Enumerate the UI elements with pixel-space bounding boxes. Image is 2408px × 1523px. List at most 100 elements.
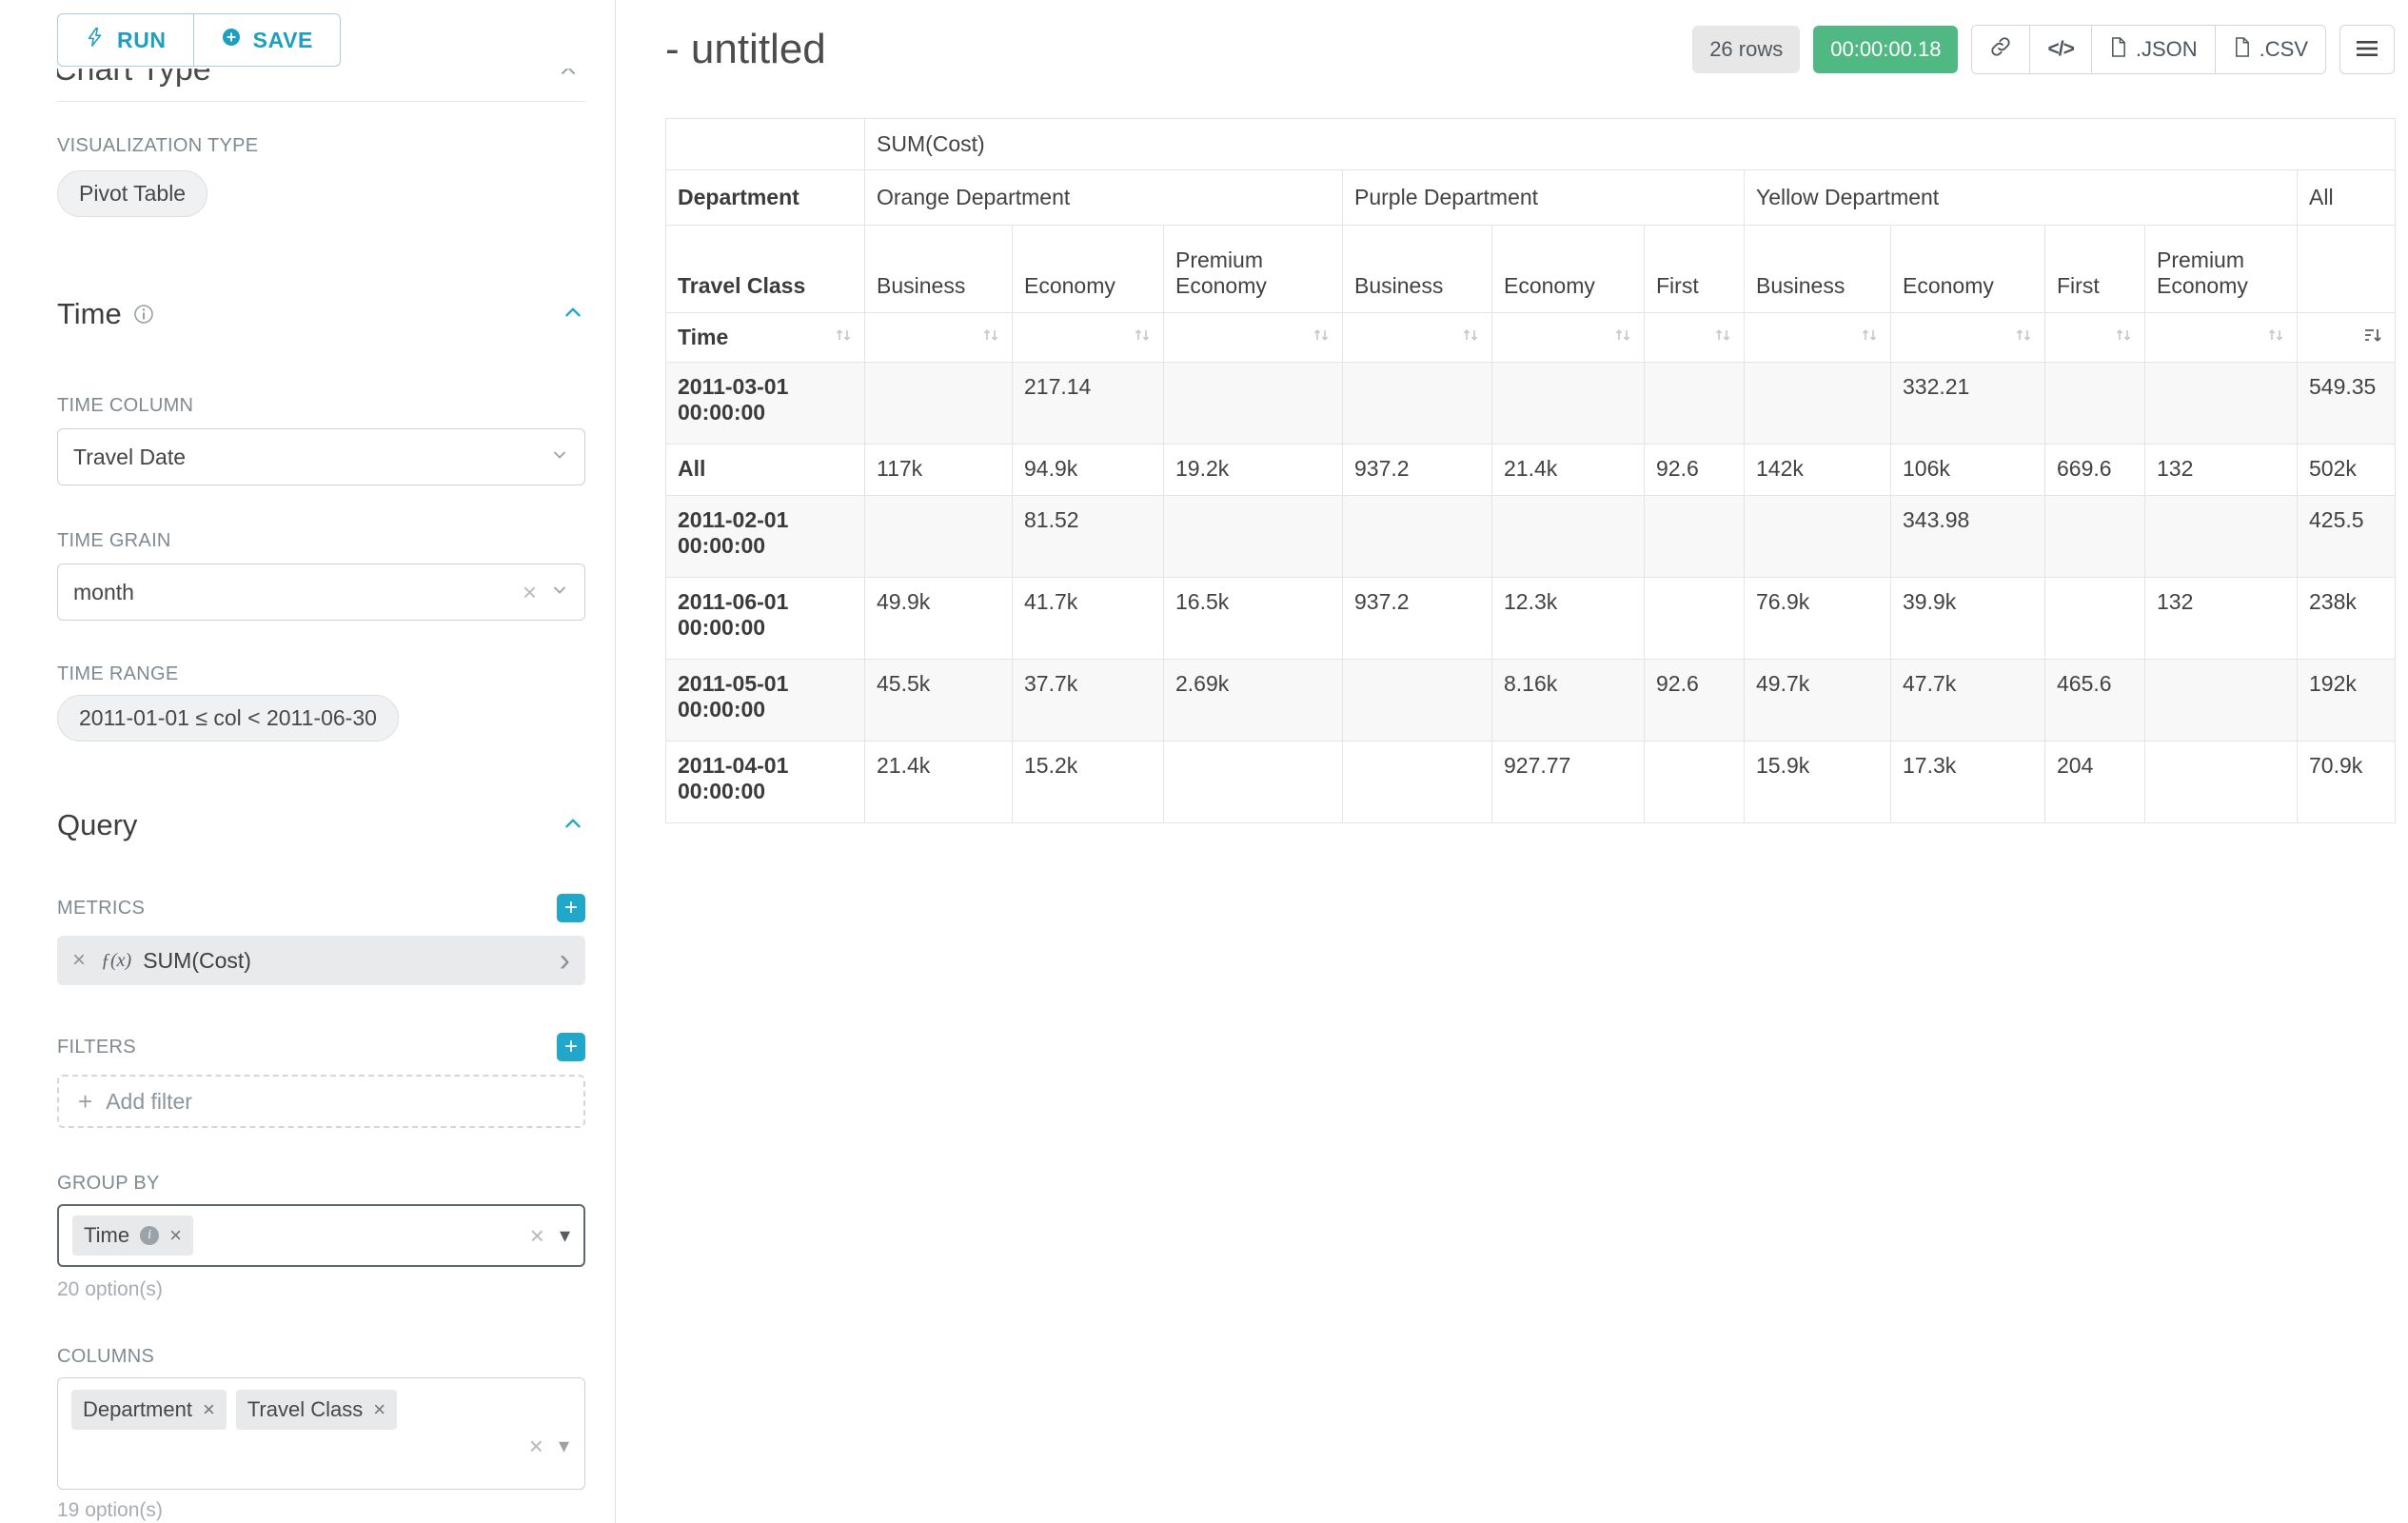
chart-title[interactable]: - untitled [665, 26, 826, 73]
cell: 49.7k [1745, 660, 1891, 742]
time-grain-select[interactable]: month × [57, 564, 585, 621]
sort-icon[interactable] [1133, 325, 1152, 350]
remove-chip-icon[interactable]: × [169, 1225, 182, 1246]
sort-icon[interactable] [981, 325, 1000, 350]
sort-icon[interactable] [1461, 325, 1480, 350]
collapse-chevron-up-icon[interactable] [561, 300, 585, 329]
cell: 238k [2298, 578, 2396, 660]
cell [1164, 496, 1343, 578]
chevron-down-icon [550, 445, 569, 470]
columns-chip[interactable]: Travel Class × [236, 1390, 397, 1430]
sort-header-row: Time [666, 313, 2396, 363]
row-header: 2011-03-01 00:00:00 [666, 363, 865, 445]
sort-icon[interactable] [2014, 325, 2033, 350]
cell: 142k [1745, 445, 1891, 496]
cell: 47.7k [1891, 660, 2045, 742]
time-column-select[interactable]: Travel Date [57, 428, 585, 485]
chevron-down-icon[interactable]: ▾ [560, 1225, 570, 1246]
department-group-header: Orange Department [865, 170, 1343, 226]
travel-class-header: Business [865, 226, 1013, 313]
chart-controls: 26 rows 00:00:00.18 </> [1692, 25, 2395, 74]
view-query-button[interactable]: </> [2029, 26, 2090, 73]
time-range-label: TIME RANGE [57, 663, 585, 685]
chevron-up-icon[interactable] [557, 69, 580, 87]
time-range-value[interactable]: 2011-01-01 ≤ col < 2011-06-30 [57, 695, 399, 742]
fx-icon: ƒ(x) [101, 950, 131, 972]
cell: 21.4k [1492, 445, 1645, 496]
department-axis-label: Department [666, 170, 865, 226]
clear-icon[interactable]: × [530, 1223, 544, 1248]
cell: 937.2 [1343, 578, 1492, 660]
table-row: 2011-04-01 00:00:00 21.4k 15.2k 927.77 1… [666, 742, 2396, 823]
run-button-label: RUN [117, 28, 167, 53]
add-filter-plus-button[interactable]: + [557, 1033, 585, 1061]
run-button[interactable]: RUN [57, 13, 194, 67]
cell: 41.7k [1013, 578, 1164, 660]
sort-icon[interactable] [2266, 325, 2285, 350]
section-divider [57, 101, 585, 102]
travel-class-header: Business [1745, 226, 1891, 313]
cell: 204 [2045, 742, 2145, 823]
copy-link-button[interactable] [1972, 26, 2029, 73]
metric-option[interactable]: × ƒ(x) SUM(Cost) › [57, 936, 585, 985]
sort-icon[interactable] [1312, 325, 1331, 350]
info-icon [133, 304, 154, 325]
cell: 49.9k [865, 578, 1013, 660]
file-icon [2109, 36, 2127, 64]
group-by-options-hint: 20 option(s) [57, 1278, 585, 1301]
remove-chip-icon[interactable]: × [373, 1399, 385, 1420]
columns-select[interactable]: Department × Travel Class × × ▾ [57, 1377, 585, 1490]
collapse-chevron-up-icon[interactable] [561, 811, 585, 841]
chevron-right-icon[interactable]: › [560, 944, 570, 977]
chevron-down-icon[interactable]: ▾ [559, 1435, 569, 1456]
travel-class-axis-label: Travel Class [666, 226, 865, 313]
columns-chip[interactable]: Department × [71, 1390, 227, 1430]
corner-cell [666, 119, 865, 170]
add-filter-button[interactable]: + Add filter [57, 1075, 585, 1128]
link-icon [1989, 35, 2012, 64]
export-json-button[interactable]: .JSON [2091, 26, 2215, 73]
cell [1745, 363, 1891, 445]
group-by-select[interactable]: Time i × × ▾ [57, 1204, 585, 1267]
sort-icon[interactable] [834, 325, 853, 350]
sort-icon[interactable] [1613, 325, 1632, 350]
department-group-header: Yellow Department [1745, 170, 2298, 226]
cell [2145, 496, 2298, 578]
save-button[interactable]: SAVE [194, 13, 341, 67]
lightning-icon [85, 27, 106, 53]
remove-metric-icon[interactable]: × [72, 947, 86, 974]
sort-cell [1645, 313, 1745, 363]
remove-chip-icon[interactable]: × [203, 1399, 215, 1420]
cell: 92.6 [1645, 445, 1745, 496]
cell: 45.5k [865, 660, 1013, 742]
cell [2145, 660, 2298, 742]
cell: 12.3k [1492, 578, 1645, 660]
clear-icon[interactable]: × [523, 580, 537, 604]
table-row: 2011-02-01 00:00:00 81.52 343.98 425.5 [666, 496, 2396, 578]
add-metric-button[interactable]: + [557, 894, 585, 922]
filters-label-row: FILTERS + [57, 1033, 585, 1061]
sort-icon[interactable] [2114, 325, 2133, 350]
cell [1492, 363, 1645, 445]
cell: 132 [2145, 578, 2298, 660]
more-options-button[interactable] [2339, 25, 2395, 74]
cell [1343, 742, 1492, 823]
travel-class-header: Economy [1891, 226, 2045, 313]
cell [1343, 363, 1492, 445]
columns-chip-label: Department [83, 1397, 192, 1422]
export-csv-button[interactable]: .CSV [2215, 26, 2325, 73]
group-by-chip[interactable]: Time i × [72, 1216, 193, 1256]
sort-desc-active-icon[interactable] [2362, 325, 2383, 350]
cell: 15.2k [1013, 742, 1164, 823]
visualization-type-value[interactable]: Pivot Table [57, 170, 207, 217]
travel-class-header: Economy [1013, 226, 1164, 313]
sort-icon[interactable] [1713, 325, 1732, 350]
action-button-group: RUN SAVE [57, 13, 341, 67]
time-grain-value: month [73, 580, 134, 605]
row-header: All [666, 445, 865, 496]
chevron-down-icon [550, 580, 569, 605]
columns-chip-label: Travel Class [247, 1397, 363, 1422]
clear-icon[interactable]: × [529, 1434, 543, 1458]
cell [1645, 742, 1745, 823]
sort-icon[interactable] [1860, 325, 1879, 350]
